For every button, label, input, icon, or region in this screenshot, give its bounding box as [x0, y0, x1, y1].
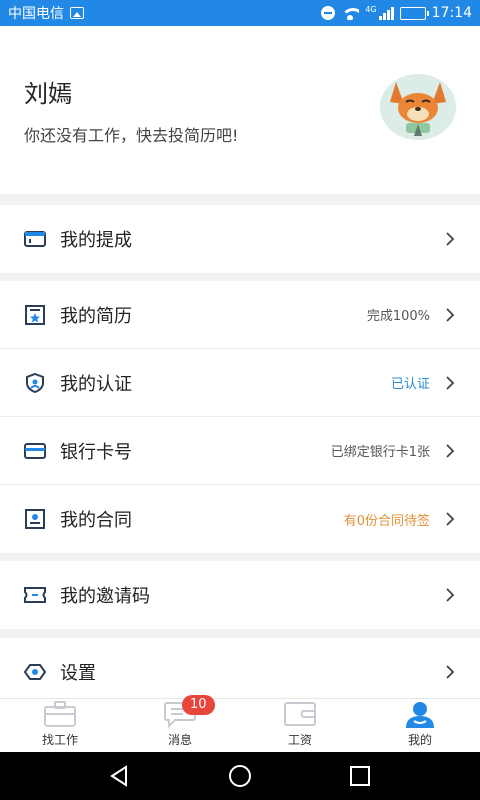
chevron-right-icon [444, 375, 456, 390]
menu-group-invite: 我的邀请码 [0, 561, 480, 629]
menu-label-certification: 我的认证 [60, 373, 132, 395]
menu-item-bank-card[interactable]: 银行卡号 已绑定银行卡1张 [0, 417, 480, 485]
contract-person-icon [24, 508, 46, 530]
chevron-right-icon [444, 232, 456, 246]
chevron-right-icon [444, 588, 456, 602]
user-name: 刘嫣 [24, 80, 72, 108]
tab-label: 消息 [167, 733, 192, 747]
menu-item-contract[interactable]: 我的合同 有0份合同待签 [0, 485, 480, 553]
unread-badge: 10 [182, 695, 215, 715]
profile-header[interactable]: 刘嫣 你还没有工作，快去投简历吧! [0, 26, 480, 194]
shield-user-icon [24, 372, 46, 394]
wallet-icon [283, 700, 317, 728]
chevron-right-icon [444, 665, 456, 679]
contract-status: 有0份合同待签 [343, 513, 430, 529]
menu-label-settings: 设置 [60, 663, 96, 684]
ticket-icon [24, 584, 46, 606]
status-indicators: 4G 17:14 [321, 5, 472, 21]
menu-label-bank-card: 银行卡号 [60, 441, 132, 463]
wallet-card-icon [24, 228, 46, 250]
tab-label: 工资 [287, 733, 312, 747]
menu-item-resume[interactable]: 我的简历 完成100% [0, 281, 480, 349]
menu-item-invite-code[interactable]: 我的邀请码 [0, 561, 480, 629]
tab-mine[interactable]: 我的 [360, 699, 480, 752]
fox-avatar-icon[interactable] [380, 74, 456, 140]
profile-hint: 你还没有工作，快去投简历吧! [24, 126, 239, 145]
menu-item-commission[interactable]: 我的提成 [0, 205, 480, 273]
menu-item-settings[interactable]: 设置 [0, 638, 480, 698]
home-icon[interactable] [220, 756, 260, 796]
briefcase-icon [43, 700, 77, 728]
resume-star-icon [24, 304, 46, 326]
person-icon [403, 700, 437, 728]
menu-label-commission: 我的提成 [60, 230, 132, 251]
recent-apps-icon[interactable] [340, 756, 380, 796]
do-not-disturb-icon [321, 6, 336, 20]
image-notification-icon [70, 7, 84, 19]
tab-label: 找工作 [41, 733, 78, 747]
network-type: 4G [365, 5, 377, 14]
battery-icon [399, 6, 429, 20]
chevron-right-icon [444, 512, 456, 526]
carrier-name: 中国电信 [8, 6, 64, 22]
menu-group-settings: 设置 [0, 638, 480, 698]
menu-item-certification[interactable]: 我的认证 已认证 [0, 349, 480, 417]
menu-group-profile: 我的简历 完成100% 我的认证 已认证 银行卡号 已绑定银行卡1张 我的合同 … [0, 281, 480, 553]
tab-messages[interactable]: 消息 10 [120, 695, 240, 752]
clock: 17:14 [431, 5, 472, 21]
bank-card-status: 已绑定银行卡1张 [330, 445, 430, 460]
carrier-info: 中国电信 [8, 3, 84, 23]
menu-group-commission: 我的提成 [0, 205, 480, 273]
chevron-right-icon [444, 443, 456, 458]
tab-find-job[interactable]: 找工作 [0, 699, 120, 752]
menu-label-resume: 我的简历 [60, 305, 132, 327]
bottom-tab-bar: 找工作 消息 10 工资 我的 [0, 695, 480, 752]
resume-status: 完成100% [366, 309, 430, 324]
system-nav-bar [0, 752, 480, 800]
eye-hexagon-icon [24, 661, 46, 683]
credit-card-icon [24, 440, 46, 462]
menu-label-invite-code: 我的邀请码 [60, 586, 150, 607]
back-icon[interactable] [100, 756, 140, 796]
chevron-right-icon [444, 307, 456, 322]
menu-label-contract: 我的合同 [60, 510, 132, 531]
status-bar: 中国电信 4G 17:14 [0, 0, 480, 26]
certification-status: 已认证 [390, 377, 430, 392]
tab-label: 我的 [407, 733, 432, 747]
signal-icon [378, 6, 394, 20]
tab-salary[interactable]: 工资 [240, 699, 360, 752]
wifi-icon [341, 6, 360, 20]
